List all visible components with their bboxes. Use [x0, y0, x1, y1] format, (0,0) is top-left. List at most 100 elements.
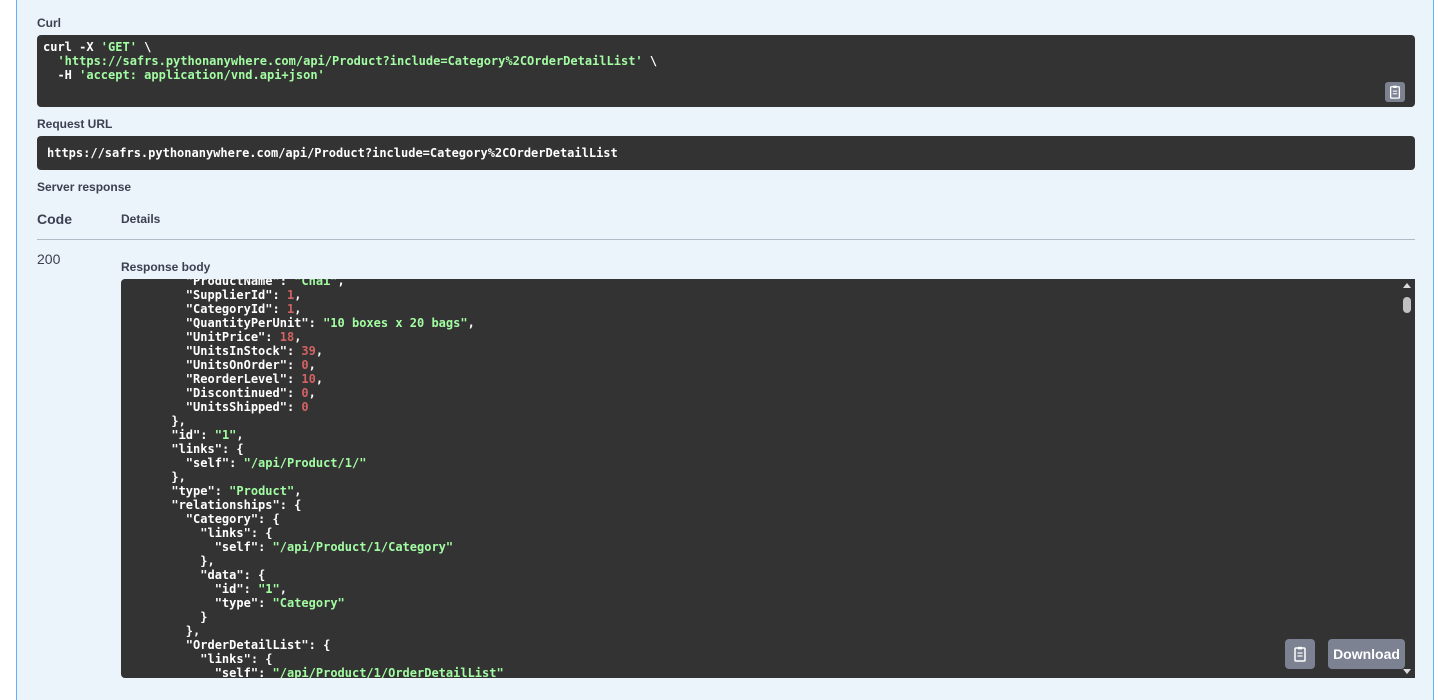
json-separator: : [308, 316, 324, 330]
response-body-label: Response body [121, 260, 211, 274]
response-line: "links": { [128, 526, 504, 540]
json-separator: : { [250, 526, 273, 540]
json-key: "type" [214, 596, 259, 610]
json-key: }, [185, 624, 201, 638]
request-url-value: https://safrs.pythonanywhere.com/api/Pro… [47, 146, 618, 160]
curl-copy-button[interactable] [1385, 82, 1405, 102]
json-separator: : [258, 666, 273, 678]
json-separator: : [286, 358, 302, 372]
response-line: "ReorderLevel": 10, [128, 372, 504, 386]
json-value: "Product" [229, 484, 295, 498]
response-line: }, [128, 414, 504, 428]
json-separator: : { [250, 652, 273, 666]
response-line: "links": { [128, 442, 504, 456]
json-tail: , [315, 372, 324, 386]
json-tail: , [315, 344, 324, 358]
json-separator: : [258, 540, 273, 554]
response-line: "id": "1", [128, 582, 504, 596]
json-separator: : [243, 582, 259, 596]
json-value: 0 [301, 400, 309, 414]
response-line: "type": "Category" [128, 596, 504, 610]
json-value: "/api/Product/1/Category" [272, 540, 454, 554]
response-code: 200 [37, 251, 61, 267]
scroll-thumb[interactable] [1403, 297, 1411, 313]
curl-flag: -H [43, 68, 80, 82]
server-response-label: Server response [37, 180, 132, 194]
response-body-block[interactable]: "ProductName": "Chai", "SupplierId": 1, … [121, 279, 1400, 678]
response-line: "self": "/api/Product/1/Category" [128, 540, 504, 554]
json-tail: , [308, 358, 316, 372]
response-line: "UnitPrice": 18, [128, 330, 504, 344]
response-line: } [128, 610, 504, 624]
json-key: "SupplierId" [185, 288, 273, 302]
curl-line-1: curl -X 'GET' \ [43, 40, 1409, 54]
column-header-details: Details [121, 212, 161, 226]
response-line: "id": "1", [128, 428, 504, 442]
header-divider [37, 239, 1415, 240]
request-url-label: Request URL [37, 117, 113, 131]
json-separator: : [200, 428, 215, 442]
response-scrollbar[interactable] [1400, 279, 1415, 678]
json-tail: , [294, 330, 302, 344]
json-separator: : { [308, 638, 331, 652]
response-line: "OrderDetailList": { [128, 638, 504, 652]
json-tail: , [279, 582, 287, 596]
json-separator: : [279, 279, 295, 288]
json-tail: , [294, 288, 302, 302]
json-key: "ProductName" [185, 279, 280, 288]
json-tail: , [294, 302, 302, 316]
response-line: }, [128, 470, 504, 484]
json-key: } [200, 610, 208, 624]
json-key: }, [171, 414, 186, 428]
response-line: "self": "/api/Product/1/OrderDetailList" [128, 666, 504, 678]
request-url-block[interactable]: https://safrs.pythonanywhere.com/api/Pro… [37, 136, 1415, 170]
download-button[interactable]: Download [1328, 639, 1405, 669]
response-line: "ProductName": "Chai", [128, 279, 504, 288]
json-separator: : { [221, 442, 244, 456]
json-separator: : [286, 372, 302, 386]
json-key: "type" [171, 484, 215, 498]
json-separator: : [229, 456, 244, 470]
response-line: "CategoryId": 1, [128, 302, 504, 316]
json-separator: : [214, 484, 230, 498]
response-line: "type": "Product", [128, 484, 504, 498]
json-key: }, [200, 554, 215, 568]
json-key: "UnitsShipped" [185, 400, 287, 414]
json-value: 10 [301, 372, 316, 386]
json-key: "self" [185, 456, 230, 470]
clipboard-icon [1389, 85, 1401, 99]
json-separator: : [286, 344, 302, 358]
scroll-down-arrow-icon[interactable] [1403, 669, 1411, 674]
json-key: "QuantityPerUnit" [185, 316, 309, 330]
json-value: 39 [301, 344, 316, 358]
curl-line-2: 'https://safrs.pythonanywhere.com/api/Pr… [43, 54, 1409, 68]
response-copy-button[interactable] [1285, 639, 1315, 669]
json-key: "data" [200, 568, 244, 582]
json-key: "links" [200, 526, 251, 540]
json-key: "links" [171, 442, 222, 456]
response-line: "UnitsOnOrder": 0, [128, 358, 504, 372]
response-line: "SupplierId": 1, [128, 288, 504, 302]
response-line: "UnitsInStock": 39, [128, 344, 504, 358]
curl-header: 'accept: application/vnd.api+json' [79, 68, 325, 82]
json-tail: , [467, 316, 475, 330]
json-key: "UnitPrice" [185, 330, 266, 344]
scroll-up-arrow-icon[interactable] [1403, 283, 1411, 288]
json-key: "ReorderLevel" [185, 372, 287, 386]
curl-code-block[interactable]: curl -X 'GET' \ 'https://safrs.pythonany… [37, 35, 1415, 107]
json-separator: : { [279, 498, 302, 512]
